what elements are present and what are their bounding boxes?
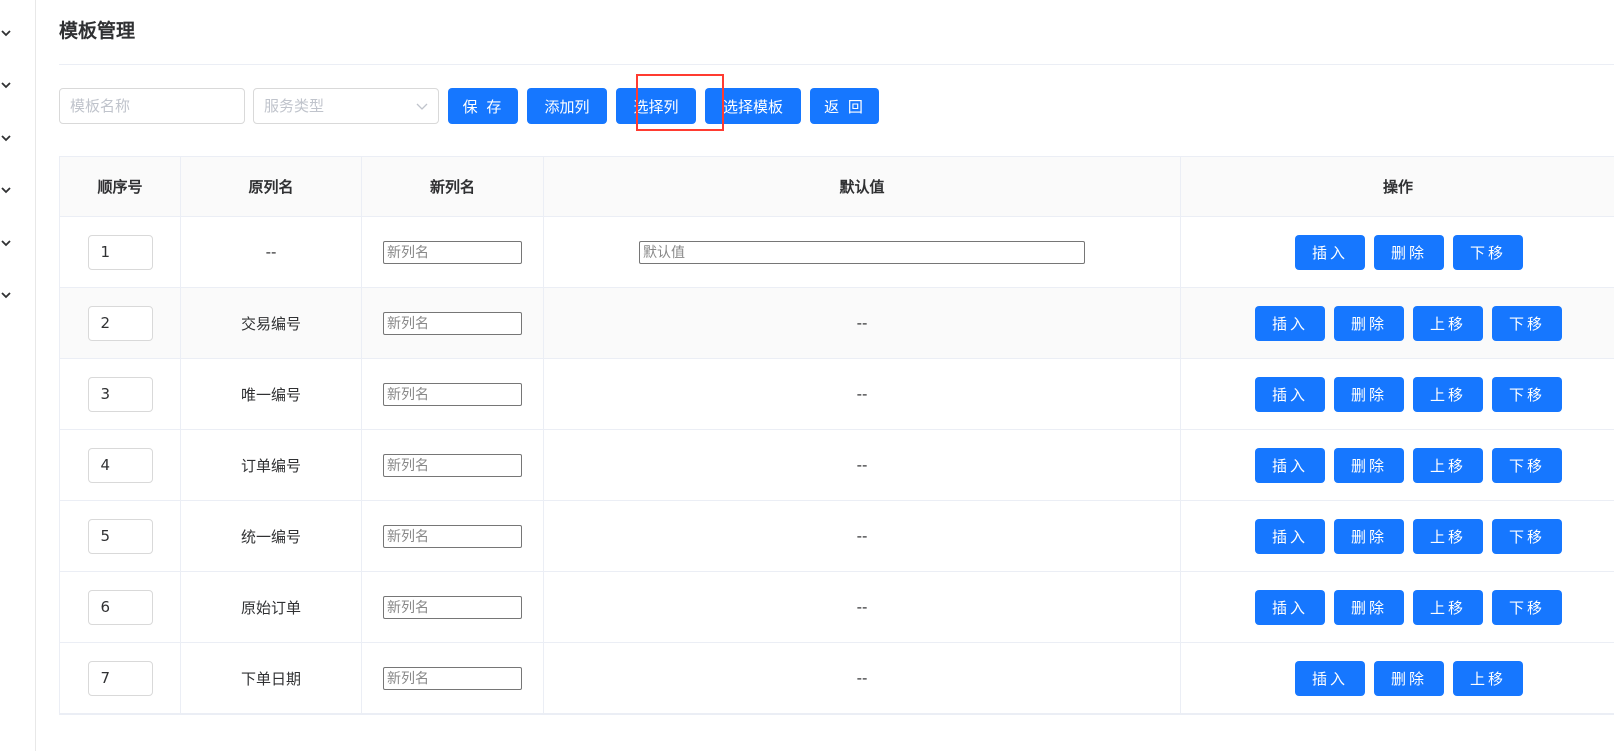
new-name-input[interactable]: 新列名 bbox=[383, 382, 522, 406]
new-name-input[interactable]: 新列名 bbox=[383, 240, 522, 264]
save-button[interactable]: 保 存 bbox=[448, 88, 518, 124]
move-up-button[interactable]: 上移 bbox=[1413, 306, 1483, 341]
delete-button[interactable]: 删除 bbox=[1374, 235, 1444, 270]
move-down-button[interactable]: 下移 bbox=[1492, 377, 1562, 412]
new-name-input[interactable]: 新列名 bbox=[383, 453, 522, 477]
actions-cell: 插入 删除 上移 下移 bbox=[1181, 359, 1614, 429]
chevron-down-icon[interactable] bbox=[1, 290, 11, 300]
actions-cell: 插入 删除 上移 下移 bbox=[1181, 501, 1614, 571]
new-name-input[interactable]: 新列名 bbox=[383, 311, 522, 335]
default-value: -- bbox=[544, 359, 1181, 429]
column-table: 顺序号 原列名 新列名 默认值 操作 1 -- 新列名 默认值 插入 删除 下移… bbox=[59, 156, 1614, 715]
insert-button[interactable]: 插入 bbox=[1255, 448, 1325, 483]
insert-button[interactable]: 插入 bbox=[1255, 306, 1325, 341]
delete-button[interactable]: 删除 bbox=[1374, 661, 1444, 696]
new-name-input[interactable]: 新列名 bbox=[383, 595, 522, 619]
chevron-down-icon[interactable] bbox=[1, 133, 11, 143]
table-row: 3 唯一编号 新列名 -- 插入 删除 上移 下移 bbox=[60, 359, 1614, 430]
default-value: -- bbox=[544, 430, 1181, 500]
move-up-button[interactable]: 上移 bbox=[1413, 377, 1483, 412]
move-down-button[interactable]: 下移 bbox=[1492, 590, 1562, 625]
chevron-down-icon[interactable] bbox=[1, 185, 11, 195]
select-column-button[interactable]: 选择列 bbox=[616, 88, 696, 124]
delete-button[interactable]: 删除 bbox=[1334, 590, 1404, 625]
original-name: 订单编号 bbox=[181, 430, 362, 500]
original-name: 交易编号 bbox=[181, 288, 362, 358]
original-name: -- bbox=[181, 217, 362, 287]
original-name: 原始订单 bbox=[181, 572, 362, 642]
table-row: 4 订单编号 新列名 -- 插入 删除 上移 下移 bbox=[60, 430, 1614, 501]
actions-cell: 插入 删除 上移 下移 bbox=[1181, 288, 1614, 358]
table-row: 7 下单日期 新列名 -- 插入 删除 上移 bbox=[60, 643, 1614, 714]
header-default-value: 默认值 bbox=[544, 157, 1181, 216]
select-template-button[interactable]: 选择模板 bbox=[705, 88, 801, 124]
new-name-input[interactable]: 新列名 bbox=[383, 524, 522, 548]
table-row: 5 统一编号 新列名 -- 插入 删除 上移 下移 bbox=[60, 501, 1614, 572]
insert-button[interactable]: 插入 bbox=[1255, 590, 1325, 625]
chevron-down-icon[interactable] bbox=[1, 28, 11, 38]
original-name: 唯一编号 bbox=[181, 359, 362, 429]
service-type-select[interactable]: 服务类型 bbox=[253, 88, 439, 124]
page-title: 模板管理 bbox=[59, 20, 136, 42]
actions-cell: 插入 删除 上移 下移 bbox=[1181, 430, 1614, 500]
move-up-button[interactable]: 上移 bbox=[1453, 661, 1523, 696]
actions-cell: 插入 删除 上移 bbox=[1181, 643, 1614, 713]
delete-button[interactable]: 删除 bbox=[1334, 377, 1404, 412]
seq-input[interactable]: 7 bbox=[87, 660, 153, 696]
sidebar bbox=[0, 0, 36, 751]
seq-input[interactable]: 1 bbox=[87, 234, 153, 270]
back-button[interactable]: 返 回 bbox=[810, 88, 879, 124]
default-value: -- bbox=[544, 501, 1181, 571]
service-type-placeholder: 服务类型 bbox=[264, 97, 325, 115]
new-name-input[interactable]: 新列名 bbox=[383, 666, 522, 690]
original-name: 下单日期 bbox=[181, 643, 362, 713]
delete-button[interactable]: 删除 bbox=[1334, 519, 1404, 554]
move-down-button[interactable]: 下移 bbox=[1492, 306, 1562, 341]
seq-input[interactable]: 5 bbox=[87, 518, 153, 554]
seq-input[interactable]: 2 bbox=[87, 305, 153, 341]
move-up-button[interactable]: 上移 bbox=[1413, 519, 1483, 554]
delete-button[interactable]: 删除 bbox=[1334, 448, 1404, 483]
original-name: 统一编号 bbox=[181, 501, 362, 571]
add-column-button[interactable]: 添加列 bbox=[527, 88, 607, 124]
table-row: 2 交易编号 新列名 -- 插入 删除 上移 下移 bbox=[60, 288, 1614, 359]
insert-button[interactable]: 插入 bbox=[1295, 235, 1365, 270]
main-content: 模板管理 模板名称 服务类型 保 存 添加列 选择列 选择模板 返 回 顺序号 … bbox=[36, 0, 1614, 751]
seq-input[interactable]: 6 bbox=[87, 589, 153, 625]
default-value: -- bbox=[544, 572, 1181, 642]
chevron-down-icon[interactable] bbox=[1, 238, 11, 248]
insert-button[interactable]: 插入 bbox=[1255, 377, 1325, 412]
seq-input[interactable]: 4 bbox=[87, 447, 153, 483]
move-up-button[interactable]: 上移 bbox=[1413, 448, 1483, 483]
table-row: 6 原始订单 新列名 -- 插入 删除 上移 下移 bbox=[60, 572, 1614, 643]
table-header: 顺序号 原列名 新列名 默认值 操作 bbox=[60, 157, 1614, 217]
default-value: -- bbox=[544, 288, 1181, 358]
move-down-button[interactable]: 下移 bbox=[1453, 235, 1523, 270]
chevron-down-icon bbox=[416, 103, 428, 110]
seq-input[interactable]: 3 bbox=[87, 376, 153, 412]
move-down-button[interactable]: 下移 bbox=[1492, 448, 1562, 483]
header-seq: 顺序号 bbox=[60, 157, 181, 216]
delete-button[interactable]: 删除 bbox=[1334, 306, 1404, 341]
table-row: 1 -- 新列名 默认值 插入 删除 下移 bbox=[60, 217, 1614, 288]
chevron-down-icon[interactable] bbox=[1, 80, 11, 90]
insert-button[interactable]: 插入 bbox=[1255, 519, 1325, 554]
insert-button[interactable]: 插入 bbox=[1295, 661, 1365, 696]
header-new-name: 新列名 bbox=[362, 157, 544, 216]
move-down-button[interactable]: 下移 bbox=[1492, 519, 1562, 554]
header-original-name: 原列名 bbox=[181, 157, 362, 216]
default-value: -- bbox=[544, 643, 1181, 713]
header-actions: 操作 bbox=[1382, 178, 1413, 196]
template-name-input[interactable]: 模板名称 bbox=[59, 88, 245, 124]
actions-cell: 插入 删除 下移 bbox=[1181, 217, 1614, 287]
title-divider bbox=[59, 64, 1614, 65]
actions-cell: 插入 删除 上移 下移 bbox=[1181, 572, 1614, 642]
default-value-input[interactable]: 默认值 bbox=[639, 240, 1085, 264]
move-up-button[interactable]: 上移 bbox=[1413, 590, 1483, 625]
